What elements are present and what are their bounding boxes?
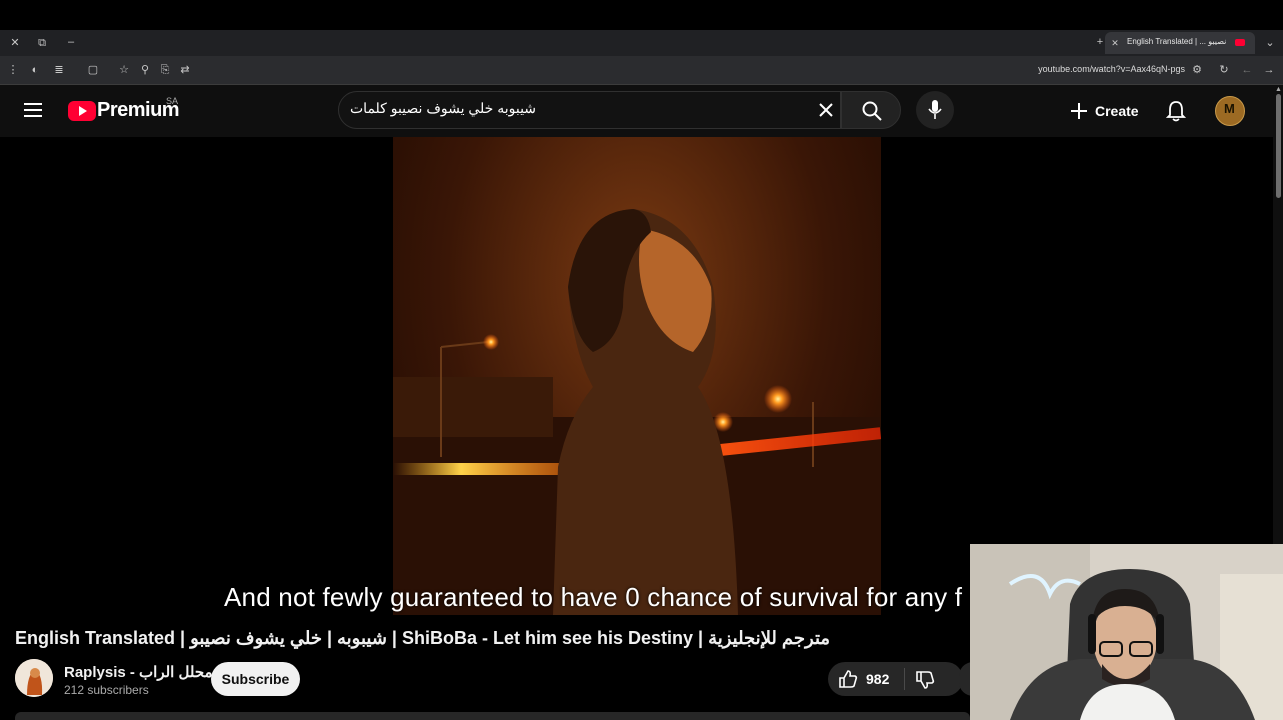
video-caption: And not fewly guaranteed to have 0 chanc…	[224, 582, 963, 612]
avatar-letter: M	[1224, 101, 1235, 116]
share-icon[interactable]: ⎘	[158, 63, 172, 77]
channel-name[interactable]: Raplysis - محلل الراب	[64, 663, 213, 681]
voice-search-button[interactable]	[916, 91, 954, 129]
video-frame[interactable]	[393, 137, 881, 615]
tab-search-icon[interactable]: ⌄	[1263, 36, 1277, 50]
tab-title: English Translated | ... نصيبو	[1127, 37, 1227, 46]
scrollbar-thumb[interactable]	[1276, 94, 1281, 198]
like-icon[interactable]	[838, 669, 858, 689]
like-divider	[904, 668, 905, 690]
hamburger-menu-icon[interactable]	[24, 102, 44, 118]
subscriber-count: 212 subscribers	[64, 683, 149, 697]
search-input-value[interactable]: شيبوبه خلي يشوف نصيبو كلمات	[350, 100, 810, 117]
like-count[interactable]: 982	[866, 671, 889, 687]
zoom-icon[interactable]: ⚲	[138, 63, 152, 77]
minimize-window-icon[interactable]: –	[64, 35, 78, 49]
reload-icon[interactable]: ↻	[1217, 63, 1231, 77]
restore-window-icon[interactable]: ⧉	[35, 36, 49, 50]
search-icon	[862, 101, 882, 121]
webcam-feed	[970, 544, 1283, 720]
clear-search-icon[interactable]	[818, 102, 834, 118]
notifications-bell-icon[interactable]	[1166, 100, 1186, 122]
scroll-up-icon[interactable]: ▲	[1275, 86, 1282, 93]
channel-avatar-image	[15, 659, 53, 697]
microphone-icon	[928, 100, 942, 119]
tab-youtube[interactable]: ✕ English Translated | ... نصيبو	[1105, 32, 1255, 54]
youtube-favicon-icon	[1235, 39, 1245, 46]
dislike-icon[interactable]	[915, 670, 935, 690]
back-icon[interactable]: →	[1262, 63, 1276, 77]
channel-avatar[interactable]	[15, 659, 53, 697]
tab-strip: ✕ ⧉ – + ⌄	[0, 30, 1283, 56]
video-title: English Translated | شيبوبه | خلي يشوف ن…	[15, 628, 831, 648]
profile-icon[interactable]: ◐	[28, 63, 42, 77]
video-artwork	[393, 209, 881, 615]
close-tab-icon[interactable]: ✕	[1108, 36, 1122, 50]
forward-icon[interactable]: ←	[1240, 63, 1254, 77]
site-settings-icon[interactable]: ⚙	[1190, 63, 1204, 77]
description-box[interactable]	[15, 712, 970, 720]
create-label[interactable]: Create	[1095, 103, 1139, 119]
side-panel-icon[interactable]: ▢	[86, 63, 100, 77]
region-code: SA	[166, 96, 179, 106]
extensions-icon[interactable]: ≣	[52, 63, 66, 77]
window-title-bar	[0, 0, 1283, 30]
youtube-logo-icon[interactable]	[68, 101, 96, 121]
webcam-overlay	[970, 544, 1283, 720]
url-text[interactable]: youtube.com/watch?v=Aax46qN-pgs	[1038, 64, 1185, 74]
close-window-icon[interactable]: ✕	[8, 36, 22, 50]
bookmark-star-icon[interactable]: ☆	[117, 63, 131, 77]
translate-icon[interactable]: ⇄	[178, 63, 192, 77]
subscribe-button[interactable]: Subscribe	[211, 662, 300, 696]
plus-icon	[1071, 103, 1087, 119]
search-button[interactable]	[841, 91, 901, 129]
menu-dots-icon[interactable]: ⋮	[6, 63, 20, 77]
